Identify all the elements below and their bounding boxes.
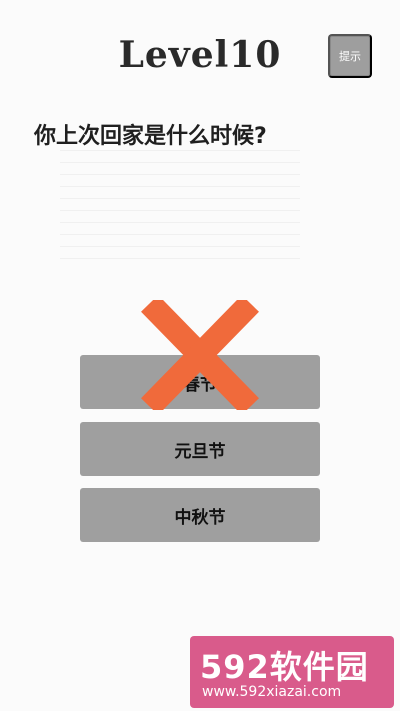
watermark-brand: 592软件园 xyxy=(200,648,369,686)
option-button-2[interactable]: 元旦节 xyxy=(80,422,320,476)
option-button-3[interactable]: 中秋节 xyxy=(80,488,320,542)
option-button-1[interactable]: 春节 xyxy=(80,355,320,409)
watermark-url: www.592xiazai.com xyxy=(202,684,342,700)
hint-button[interactable]: 提示 xyxy=(328,34,372,78)
option-label-1: 春节 xyxy=(183,374,217,395)
option-label-2: 元旦节 xyxy=(174,441,226,462)
watermark-logo: 592软件园 www.592xiazai.com xyxy=(190,636,394,708)
option-label-3: 中秋节 xyxy=(174,507,226,528)
background-paper-texture xyxy=(60,150,300,270)
question-text: 你上次回家是什么时候? xyxy=(34,124,267,149)
